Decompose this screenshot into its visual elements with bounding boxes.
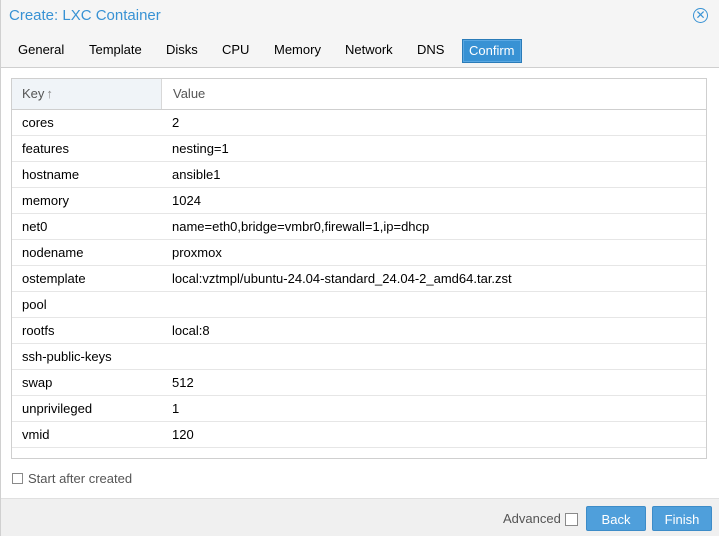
start-after-created-label: Start after created bbox=[28, 471, 133, 487]
table-row[interactable]: rootfs local:8 bbox=[12, 318, 706, 344]
grid-body: cores 2 features nesting=1 hostname ansible1 m… bbox=[12, 110, 706, 448]
row-key: vmid bbox=[22, 427, 50, 442]
column-header-value[interactable]: Value bbox=[163, 79, 205, 109]
close-icon[interactable]: ✕ bbox=[693, 8, 708, 23]
row-key: nodename bbox=[22, 245, 84, 260]
tab-cpu[interactable]: CPU bbox=[216, 39, 255, 61]
row-key: pool bbox=[22, 297, 47, 312]
table-row[interactable]: hostname ansible1 bbox=[12, 162, 706, 188]
tab-memory[interactable]: Memory bbox=[268, 39, 327, 61]
tab-disks[interactable]: Disks bbox=[160, 39, 204, 61]
tab-dns[interactable]: DNS bbox=[411, 39, 450, 61]
summary-grid: Key ↑ Value cores 2 features nesting=1 hostna… bbox=[11, 78, 707, 459]
arrow-up-icon: ↑ bbox=[46, 86, 53, 101]
row-key: features bbox=[22, 141, 69, 156]
column-header-key[interactable]: Key ↑ bbox=[12, 79, 162, 109]
row-value: nesting=1 bbox=[172, 141, 229, 156]
row-value: local:8 bbox=[172, 323, 210, 338]
dialog-footer: Advanced Back Finish bbox=[1, 498, 719, 536]
table-row[interactable]: net0 name=eth0,bridge=vmbr0,firewall=1,ip… bbox=[12, 214, 706, 240]
tab-bar: General Template Disks CPU Memory Networ… bbox=[1, 37, 719, 65]
row-value: proxmox bbox=[172, 245, 222, 260]
row-key: hostname bbox=[22, 167, 80, 182]
row-key: swap bbox=[22, 375, 53, 390]
row-value: 1 bbox=[172, 401, 180, 416]
finish-button[interactable]: Finish bbox=[652, 506, 712, 531]
row-value: 512 bbox=[172, 375, 194, 390]
tab-template[interactable]: Template bbox=[83, 39, 148, 61]
confirm-panel: Key ↑ Value cores 2 features nesting=1 hostna… bbox=[1, 68, 719, 498]
row-key: ssh-public-keys bbox=[22, 349, 112, 364]
table-row[interactable]: vmid 120 bbox=[12, 422, 706, 448]
create-lxc-dialog: Create: LXC Container ✕ General Template… bbox=[0, 0, 719, 536]
advanced-label: Advanced bbox=[503, 511, 561, 526]
row-value: 2 bbox=[172, 115, 180, 130]
table-row[interactable]: features nesting=1 bbox=[12, 136, 706, 162]
row-value: local:vztmpl/ubuntu-24.04-standard_24.04… bbox=[172, 271, 512, 286]
tab-network[interactable]: Network bbox=[339, 39, 399, 61]
row-value: name=eth0,bridge=vmbr0,firewall=1,ip=dhc… bbox=[172, 219, 430, 234]
table-row[interactable]: ssh-public-keys bbox=[12, 344, 706, 370]
back-button[interactable]: Back bbox=[586, 506, 646, 531]
row-value: 120 bbox=[172, 427, 194, 442]
row-value: ansible1 bbox=[172, 167, 221, 182]
advanced-toggle[interactable]: Advanced bbox=[503, 511, 578, 527]
tab-general[interactable]: General bbox=[12, 39, 70, 61]
row-key: unprivileged bbox=[22, 401, 93, 416]
table-row[interactable]: swap 512 bbox=[12, 370, 706, 396]
dialog-title: Create: LXC Container bbox=[9, 7, 161, 24]
row-key: memory bbox=[22, 193, 69, 208]
row-value: 1024 bbox=[172, 193, 201, 208]
table-row[interactable]: cores 2 bbox=[12, 110, 706, 136]
start-after-created-checkbox[interactable] bbox=[12, 473, 23, 485]
table-row[interactable]: unprivileged 1 bbox=[12, 396, 706, 422]
column-header-key-label: Key bbox=[22, 86, 45, 101]
row-key: cores bbox=[22, 115, 54, 130]
tab-confirm[interactable]: Confirm bbox=[462, 39, 522, 63]
row-key: rootfs bbox=[22, 323, 55, 338]
advanced-checkbox[interactable] bbox=[564, 513, 578, 527]
titlebar: Create: LXC Container ✕ bbox=[1, 0, 719, 32]
table-row[interactable]: memory 1024 bbox=[12, 188, 706, 214]
row-key: ostemplate bbox=[22, 271, 86, 286]
table-row[interactable]: nodename proxmox bbox=[12, 240, 706, 266]
table-row[interactable]: ostemplate local:vztmpl/ubuntu-24.04-stan… bbox=[12, 266, 706, 292]
row-key: net0 bbox=[22, 219, 48, 234]
table-row[interactable]: pool bbox=[12, 292, 706, 318]
grid-header: Key ↑ Value bbox=[12, 79, 706, 110]
start-after-created[interactable]: Start after created bbox=[12, 470, 132, 486]
